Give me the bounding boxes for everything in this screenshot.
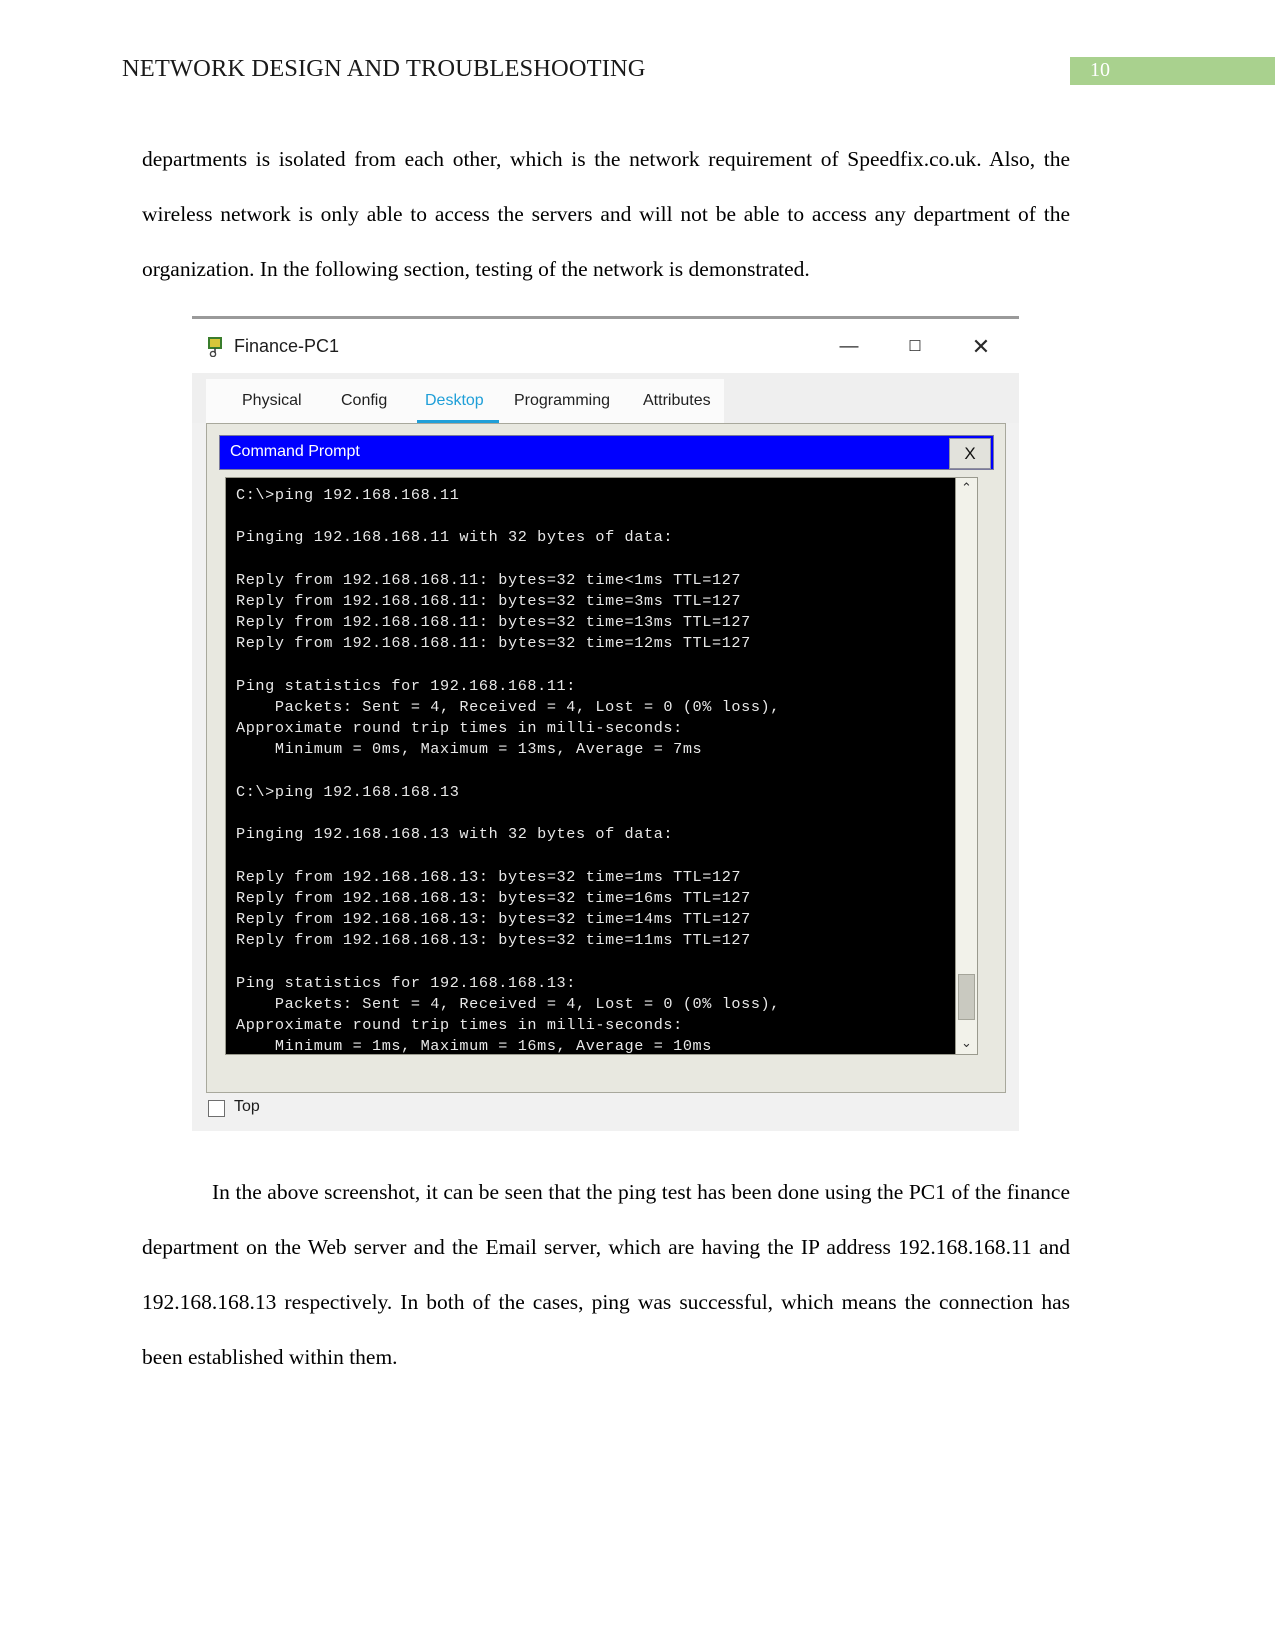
maximize-button[interactable]: ☐: [898, 333, 932, 361]
close-button[interactable]: ✕: [964, 333, 998, 361]
console-output-text: C:\>ping 192.168.168.11 Pinging 192.168.…: [236, 486, 780, 1055]
command-prompt-title: Command Prompt: [230, 443, 360, 460]
tab-bar: Physical Config Desktop Programming Attr…: [192, 373, 1019, 424]
bottom-bar: Top: [192, 1094, 1019, 1131]
command-prompt-titlebar: Command Prompt X: [219, 435, 994, 470]
tab-config[interactable]: Config: [341, 392, 387, 410]
command-prompt-close-button[interactable]: X: [949, 438, 991, 469]
device-icon: [208, 337, 222, 357]
body-paragraph-1: departments is isolated from each other,…: [142, 147, 1070, 281]
page-header: NETWORK DESIGN AND TROUBLESHOOTING 10: [0, 0, 1275, 110]
tab-desktop[interactable]: Desktop: [425, 392, 484, 410]
scroll-up-arrow-icon[interactable]: ⌃: [956, 478, 977, 499]
command-prompt-window: Command Prompt X C:\>ping 192.168.168.11…: [219, 435, 994, 1059]
console-scrollbar[interactable]: ⌃ ⌄: [955, 478, 977, 1054]
scroll-down-arrow-icon[interactable]: ⌄: [956, 1033, 977, 1054]
minimize-button[interactable]: —: [832, 333, 866, 361]
console-output-area[interactable]: C:\>ping 192.168.168.11 Pinging 192.168.…: [225, 477, 978, 1055]
window-title: Finance-PC1: [234, 336, 340, 356]
screenshot-figure: Finance-PC1 — ☐ ✕ Physical Config Deskto…: [192, 316, 1019, 1131]
body-paragraph-2: In the above screenshot, it can be seen …: [142, 1180, 1070, 1369]
top-checkbox[interactable]: [208, 1100, 225, 1117]
page-number: 10: [1090, 59, 1110, 81]
tab-attributes[interactable]: Attributes: [643, 392, 711, 410]
tab-physical[interactable]: Physical: [242, 392, 302, 410]
top-checkbox-label: Top: [234, 1098, 260, 1115]
tab-bar-card: Physical Config Desktop Programming Attr…: [206, 379, 724, 424]
desktop-app-panel: Command Prompt X C:\>ping 192.168.168.11…: [206, 423, 1006, 1093]
window-titlebar: Finance-PC1 — ☐ ✕: [192, 319, 1019, 373]
page-number-badge: 10: [1070, 57, 1275, 85]
tab-programming[interactable]: Programming: [514, 392, 610, 410]
scrollbar-thumb[interactable]: [958, 974, 975, 1020]
page-title: NETWORK DESIGN AND TROUBLESHOOTING: [122, 55, 646, 82]
